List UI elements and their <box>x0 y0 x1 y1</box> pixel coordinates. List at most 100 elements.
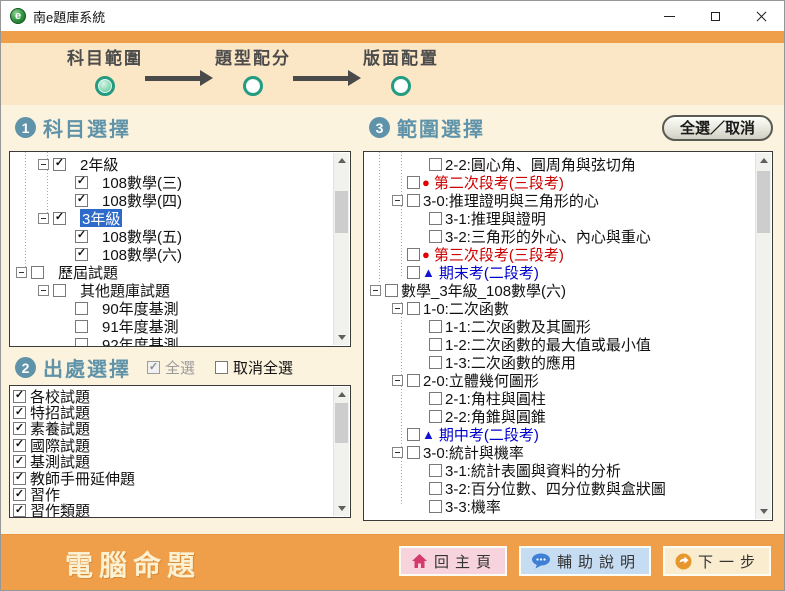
checkbox[interactable] <box>31 266 44 279</box>
checkbox[interactable] <box>407 446 420 459</box>
checkbox[interactable] <box>13 439 26 452</box>
checkbox[interactable] <box>13 472 26 485</box>
checkbox[interactable] <box>407 302 420 315</box>
scroll-down-icon[interactable] <box>334 330 349 345</box>
expander-minus-icon[interactable] <box>38 213 49 224</box>
expander-minus-icon[interactable] <box>370 285 381 296</box>
checkbox[interactable] <box>407 176 420 189</box>
select-all-checkbox[interactable] <box>147 361 160 374</box>
maximize-button[interactable] <box>692 1 738 31</box>
deselect-all-checkbox[interactable] <box>215 361 228 374</box>
tree-node-label[interactable]: 3-2:三角形的外心、內心與重心 <box>445 227 651 245</box>
scroll-thumb[interactable] <box>757 171 770 233</box>
expander-minus-icon[interactable] <box>392 195 403 206</box>
list-item-label[interactable]: 國際試題 <box>30 437 90 453</box>
checkbox[interactable] <box>429 482 442 495</box>
list-item-label[interactable]: 特招試題 <box>30 404 90 420</box>
tree-node-label[interactable]: 3年級 <box>80 209 122 227</box>
help-button[interactable]: 輔助說明 <box>519 546 651 576</box>
checkbox[interactable] <box>75 230 88 243</box>
checkbox[interactable] <box>75 176 88 189</box>
checkbox[interactable] <box>407 374 420 387</box>
tree-node-label[interactable]: 期中考(二段考) <box>439 425 539 443</box>
scroll-down-icon[interactable] <box>756 504 771 519</box>
checkbox[interactable] <box>429 500 442 513</box>
close-button[interactable] <box>738 1 784 31</box>
tree-node-label[interactable]: 108數學(六) <box>102 245 182 263</box>
expander-minus-icon[interactable] <box>38 159 49 170</box>
tree-node-label[interactable]: 數學_3年級_108數學(六) <box>401 281 566 299</box>
tree-node-label[interactable]: 3-3:機率 <box>445 497 501 515</box>
list-item-label[interactable]: 各校試題 <box>30 388 90 404</box>
tree-node-label[interactable]: 90年度基測 <box>102 299 179 317</box>
list-item-label[interactable]: 習作類題 <box>30 503 90 518</box>
scroll-up-icon[interactable] <box>334 387 349 402</box>
tree-node-label[interactable]: 1-3:二次函數的應用 <box>445 353 576 371</box>
checkbox[interactable] <box>429 464 442 477</box>
tree-node-label[interactable]: 第二次段考(三段考) <box>434 173 564 191</box>
tree-node-label[interactable]: 2-0:立體幾何圖形 <box>423 371 539 389</box>
checkbox[interactable] <box>75 248 88 261</box>
tree-node-label[interactable]: 其他題庫試題 <box>80 281 170 299</box>
checkbox[interactable] <box>13 455 26 468</box>
checkbox[interactable] <box>429 320 442 333</box>
expander-minus-icon[interactable] <box>16 267 27 278</box>
tree-node-label[interactable]: 3-2:百分位數、四分位數與盒狀圖 <box>445 479 666 497</box>
expander-minus-icon[interactable] <box>38 285 49 296</box>
tree-node-label[interactable]: 2年級 <box>80 155 118 173</box>
range-tree-scrollbar[interactable] <box>755 153 771 519</box>
list-item-label[interactable]: 教師手冊延伸題 <box>30 470 135 486</box>
tree-node-label[interactable]: 91年度基測 <box>102 317 179 335</box>
subject-tree-scrollbar[interactable] <box>333 153 349 345</box>
checkbox[interactable] <box>429 212 442 225</box>
checkbox[interactable] <box>429 338 442 351</box>
tree-node-label[interactable]: 2-1:角柱與圓柱 <box>445 389 546 407</box>
list-item-label[interactable]: 習作 <box>30 486 60 502</box>
checkbox[interactable] <box>13 390 26 403</box>
checkbox[interactable] <box>75 302 88 315</box>
checkbox[interactable] <box>75 194 88 207</box>
home-button[interactable]: 回主頁 <box>399 546 507 576</box>
scroll-thumb[interactable] <box>335 403 348 443</box>
checkbox[interactable] <box>75 338 88 348</box>
checkbox[interactable] <box>429 410 442 423</box>
scroll-down-icon[interactable] <box>334 501 349 516</box>
next-button[interactable]: 下一步 <box>663 546 771 576</box>
checkbox[interactable] <box>13 422 26 435</box>
tree-node-label[interactable]: 3-0:推理證明與三角形的心 <box>423 191 599 209</box>
checkbox[interactable] <box>407 194 420 207</box>
checkbox[interactable] <box>407 248 420 261</box>
tree-node-label[interactable]: 3-1:推理與證明 <box>445 209 546 227</box>
checkbox[interactable] <box>53 212 66 225</box>
expander-minus-icon[interactable] <box>392 447 403 458</box>
checkbox[interactable] <box>429 230 442 243</box>
checkbox[interactable] <box>407 266 420 279</box>
tree-node-label[interactable]: 108數學(三) <box>102 173 182 191</box>
tree-node-label[interactable]: 期末考(二段考) <box>439 263 539 281</box>
tree-node-label[interactable]: 歷屆試題 <box>58 263 118 281</box>
checkbox[interactable] <box>13 488 26 501</box>
checkbox[interactable] <box>429 392 442 405</box>
expander-minus-icon[interactable] <box>392 375 403 386</box>
checkbox[interactable] <box>429 356 442 369</box>
checkbox[interactable] <box>13 406 26 419</box>
list-item-label[interactable]: 基測試題 <box>30 454 90 470</box>
tree-node-label[interactable]: 108數學(四) <box>102 191 182 209</box>
select-all-toggle-button[interactable]: 全選／取消 <box>662 115 773 141</box>
checkbox[interactable] <box>407 428 420 441</box>
tree-node-label[interactable]: 2-2:圓心角、圓周角與弦切角 <box>445 155 636 173</box>
tree-node-label[interactable]: 2-2:角錐與圓錐 <box>445 407 546 425</box>
tree-node-label[interactable]: 1-2:二次函數的最大值或最小值 <box>445 335 651 353</box>
select-all-label[interactable]: 全選 <box>165 357 195 378</box>
tree-node-label[interactable]: 3-1:統計表圖與資料的分析 <box>445 461 621 479</box>
checkbox[interactable] <box>53 158 66 171</box>
tree-node-label[interactable]: 3-0:統計與機率 <box>423 443 524 461</box>
deselect-all-label[interactable]: 取消全選 <box>233 357 293 378</box>
checkbox[interactable] <box>385 284 398 297</box>
scroll-up-icon[interactable] <box>756 153 771 168</box>
checkbox[interactable] <box>53 284 66 297</box>
checkbox[interactable] <box>429 158 442 171</box>
tree-node-label[interactable]: 92年度基測 <box>102 335 179 347</box>
list-item-label[interactable]: 素養試題 <box>30 421 90 437</box>
expander-minus-icon[interactable] <box>392 303 403 314</box>
